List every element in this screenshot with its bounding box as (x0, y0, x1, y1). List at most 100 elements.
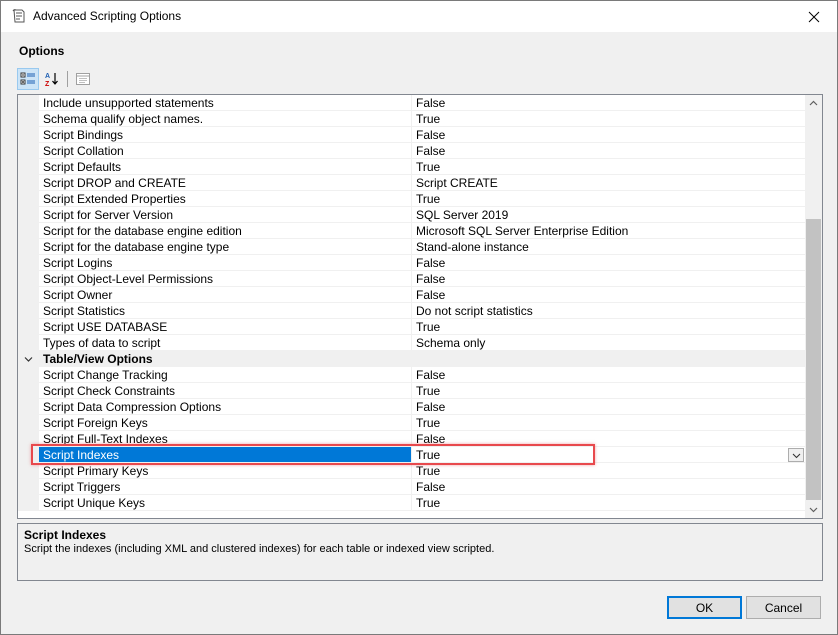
property-value[interactable]: False (412, 143, 805, 159)
property-row[interactable]: Script Data Compression Options False (18, 399, 805, 415)
chevron-up-icon (809, 100, 818, 106)
property-row[interactable]: Script Bindings False (18, 127, 805, 143)
category-name: Table/View Options (39, 351, 412, 367)
categorized-icon (20, 72, 35, 85)
property-value[interactable]: True (412, 495, 805, 511)
property-pages-icon (76, 73, 90, 85)
property-value[interactable]: False (412, 399, 805, 415)
property-row[interactable]: Script Object-Level Permissions False (18, 271, 805, 287)
property-value[interactable]: Script CREATE (412, 175, 805, 191)
property-name: Script Bindings (39, 127, 412, 143)
property-value[interactable]: False (412, 255, 805, 271)
property-row[interactable]: Script Unique Keys True (18, 495, 805, 511)
property-row[interactable]: Script Owner False (18, 287, 805, 303)
property-name: Script Primary Keys (39, 463, 412, 479)
property-name: Script Triggers (39, 479, 412, 495)
property-name: Script Check Constraints (39, 383, 412, 399)
vertical-scrollbar[interactable] (805, 95, 822, 518)
script-icon (11, 8, 27, 24)
property-row[interactable]: Schema qualify object names. True (18, 111, 805, 127)
alphabetical-sort-icon: A Z (45, 73, 58, 87)
annotation-highlight-box (31, 444, 595, 465)
alphabetical-button[interactable]: A Z (41, 68, 63, 90)
property-row[interactable]: Script DROP and CREATE Script CREATE (18, 175, 805, 191)
property-name: Schema qualify object names. (39, 111, 412, 127)
property-row[interactable]: Script for the database engine edition Mi… (18, 223, 805, 239)
property-row[interactable]: Script Foreign Keys True (18, 415, 805, 431)
property-row[interactable]: Script Extended Properties True (18, 191, 805, 207)
property-name: Script DROP and CREATE (39, 175, 412, 191)
property-value[interactable]: Do not script statistics (412, 303, 805, 319)
property-value[interactable]: True (412, 415, 805, 431)
property-name: Script Data Compression Options (39, 399, 412, 415)
property-value[interactable]: False (412, 271, 805, 287)
svg-text:A: A (45, 73, 50, 80)
scroll-down-button[interactable] (805, 501, 822, 518)
property-row[interactable]: Script for the database engine type Stand… (18, 239, 805, 255)
category-value-area (412, 351, 805, 367)
property-name: Script Unique Keys (39, 495, 412, 511)
property-row[interactable]: Script Logins False (18, 255, 805, 271)
property-name: Script Extended Properties (39, 191, 412, 207)
property-value[interactable]: False (412, 127, 805, 143)
property-value[interactable]: Stand-alone instance (412, 239, 805, 255)
property-value[interactable]: Schema only (412, 335, 805, 351)
property-row[interactable]: Script for Server Version SQL Server 2019 (18, 207, 805, 223)
description-title: Script Indexes (24, 528, 107, 542)
cancel-button[interactable]: Cancel (746, 596, 821, 619)
property-row[interactable]: Script Primary Keys True (18, 463, 805, 479)
property-name: Include unsupported statements (39, 95, 412, 111)
property-name: Script for the database engine type (39, 239, 412, 255)
collapse-chevron-icon[interactable] (24, 355, 33, 364)
property-name: Script Change Tracking (39, 367, 412, 383)
property-row[interactable]: Script Triggers False (18, 479, 805, 495)
scroll-thumb[interactable] (806, 219, 821, 500)
property-value[interactable]: SQL Server 2019 (412, 207, 805, 223)
property-value[interactable]: True (412, 463, 805, 479)
title-bar: Advanced Scripting Options (1, 1, 837, 32)
category-row-table-view-options[interactable]: Table/View Options (18, 351, 805, 367)
dialog-window: Advanced Scripting Options Options A Z I… (0, 0, 838, 635)
toolbar-separator (67, 71, 68, 87)
svg-text:Z: Z (45, 81, 50, 87)
categorized-button[interactable] (17, 68, 39, 90)
property-value[interactable]: True (412, 383, 805, 399)
property-name: Script Logins (39, 255, 412, 271)
ok-button[interactable]: OK (667, 596, 742, 619)
property-row[interactable]: Script USE DATABASE True (18, 319, 805, 335)
value-dropdown-button[interactable] (788, 448, 804, 462)
property-name: Script Defaults (39, 159, 412, 175)
property-value[interactable]: False (412, 287, 805, 303)
property-name: Script Foreign Keys (39, 415, 412, 431)
property-value[interactable]: True (412, 111, 805, 127)
chevron-down-icon (792, 453, 800, 458)
property-name: Script USE DATABASE (39, 319, 412, 335)
property-name: Script for the database engine edition (39, 223, 412, 239)
property-row[interactable]: Script Check Constraints True (18, 383, 805, 399)
property-name: Script Object-Level Permissions (39, 271, 412, 287)
property-row[interactable]: Script Statistics Do not script statistic… (18, 303, 805, 319)
window-title: Advanced Scripting Options (33, 9, 182, 23)
options-heading: Options (19, 44, 65, 58)
property-value[interactable]: False (412, 95, 805, 111)
property-value[interactable]: Microsoft SQL Server Enterprise Edition (412, 223, 805, 239)
property-row[interactable]: Include unsupported statements False (18, 95, 805, 111)
property-name: Script Collation (39, 143, 412, 159)
property-pages-button[interactable] (72, 68, 94, 90)
property-name: Script for Server Version (39, 207, 412, 223)
property-row[interactable]: Script Change Tracking False (18, 367, 805, 383)
close-button[interactable] (791, 1, 837, 32)
property-value[interactable]: True (412, 319, 805, 335)
property-name: Script Statistics (39, 303, 412, 319)
property-row[interactable]: Script Collation False (18, 143, 805, 159)
description-text: Script the indexes (including XML and cl… (24, 543, 495, 555)
property-name: Script Owner (39, 287, 412, 303)
property-value[interactable]: False (412, 479, 805, 495)
scroll-up-button[interactable] (805, 95, 822, 112)
description-panel: Script Indexes Script the indexes (inclu… (17, 523, 823, 581)
property-value[interactable]: True (412, 159, 805, 175)
property-value[interactable]: True (412, 191, 805, 207)
property-value[interactable]: False (412, 367, 805, 383)
property-row[interactable]: Types of data to script Schema only (18, 335, 805, 351)
property-row[interactable]: Script Defaults True (18, 159, 805, 175)
